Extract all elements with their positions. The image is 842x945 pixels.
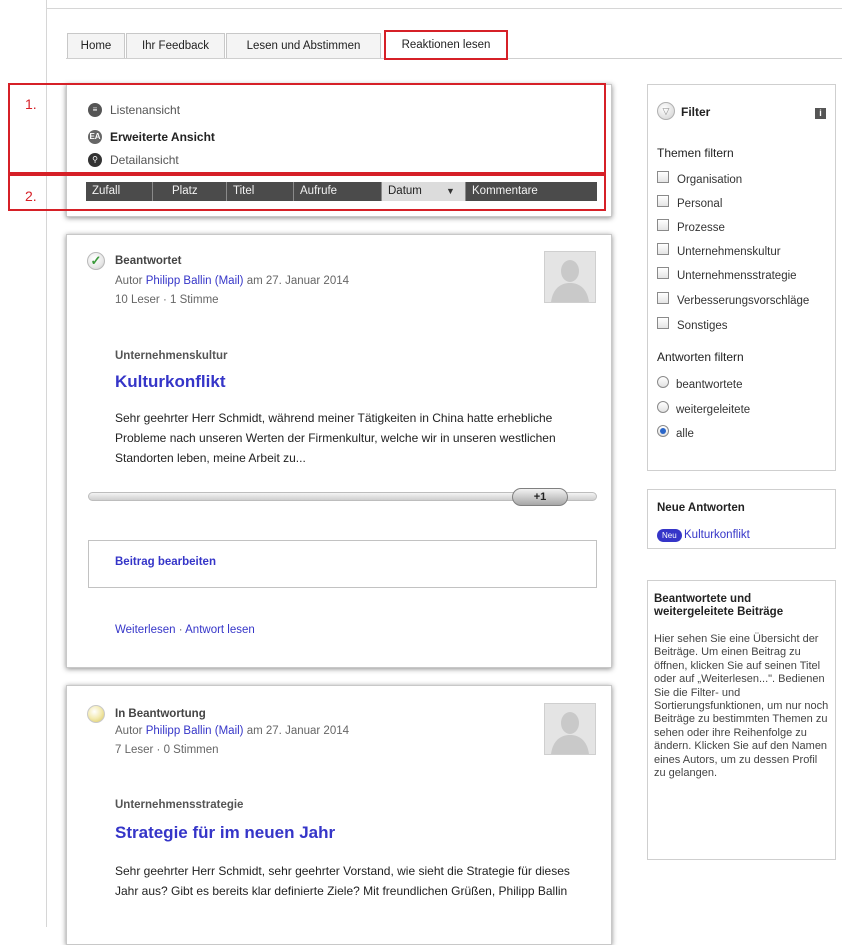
author-prefix: Autor	[115, 725, 143, 737]
answer-label: beantwortete	[676, 379, 743, 391]
read-answer-link[interactable]: Antwort lesen	[185, 624, 255, 636]
answer-radio[interactable]	[657, 401, 669, 413]
info-icon[interactable]: i	[815, 108, 826, 119]
post-title[interactable]: Strategie für im neuen Jahr	[115, 823, 335, 843]
topic-filter-item[interactable]: Verbesserungsvorschläge	[657, 292, 809, 307]
actions-separator: ·	[178, 624, 183, 636]
filter-title: Filter	[681, 105, 711, 119]
mail-link[interactable]: (Mail)	[215, 275, 244, 287]
view-option-detail[interactable]: ⚲ Detailansicht	[88, 152, 179, 168]
post-category: Unternehmenskultur	[115, 350, 228, 362]
view-option-list-label: Listenansicht	[110, 103, 181, 117]
filter-funnel-icon: ▽	[657, 102, 675, 120]
topic-label: Sonstiges	[677, 320, 728, 332]
view-option-extended-label: Erweiterte Ansicht	[110, 130, 215, 144]
answers-filter-heading: Antworten filtern	[657, 350, 744, 364]
topic-checkbox[interactable]	[657, 243, 669, 255]
sort-bar: Zufall Platz Titel Aufrufe Datum ▼ Kommen…	[86, 182, 597, 201]
post-card-2	[66, 685, 612, 945]
read-more-link[interactable]: Weiterlesen	[115, 624, 176, 636]
answer-radio-selected[interactable]	[657, 425, 669, 437]
post-stats: 7 Leser · 0 Stimmen	[115, 744, 219, 756]
post-category: Unternehmensstrategie	[115, 799, 244, 811]
new-badge: Neu	[657, 529, 682, 542]
sort-date-label: Datum	[388, 185, 422, 197]
tab-reaktionen-lesen[interactable]: Reaktionen lesen	[384, 30, 508, 60]
post-excerpt: Sehr geehrter Herr Schmidt, während mein…	[115, 411, 556, 465]
topics-filter-heading: Themen filtern	[657, 146, 734, 160]
sort-comments[interactable]: Kommentare	[466, 182, 597, 201]
view-option-detail-label: Detailansicht	[110, 153, 179, 167]
avatar-silhouette-icon	[545, 252, 595, 302]
avatar-silhouette-icon	[545, 704, 595, 754]
vote-button[interactable]: +1	[512, 488, 568, 506]
edit-post-link[interactable]: Beitrag bearbeiten	[115, 556, 216, 568]
post-status: In Beantwortung	[115, 708, 206, 720]
help-heading: Beantwortete und weitergeleitete Beiträg…	[654, 593, 784, 618]
topic-filter-item[interactable]: Sonstiges	[657, 317, 728, 332]
topic-checkbox[interactable]	[657, 219, 669, 231]
topic-label: Unternehmenskultur	[677, 246, 781, 258]
topic-filter-item[interactable]: Unternehmensstrategie	[657, 267, 797, 282]
sort-views[interactable]: Aufrufe	[294, 182, 382, 201]
tab-ihr-feedback[interactable]: Ihr Feedback	[126, 33, 225, 58]
answer-label: weitergeleitete	[676, 404, 751, 416]
content-frame-top	[46, 8, 842, 9]
sort-title[interactable]: Titel	[227, 182, 294, 201]
help-text: Hier sehen Sie eine Übersicht der Beiträ…	[654, 633, 829, 780]
annotation-marker-2: 2.	[25, 188, 37, 204]
topic-filter-item[interactable]: Unternehmenskultur	[657, 243, 781, 258]
new-answers-heading: Neue Antworten	[657, 502, 745, 514]
topic-filter-item[interactable]: Organisation	[657, 171, 742, 186]
tab-home[interactable]: Home	[67, 33, 125, 58]
answer-filter-item[interactable]: weitergeleitete	[657, 401, 750, 416]
answered-check-icon: ✓	[87, 252, 105, 270]
post-actions: Weiterlesen · Antwort lesen	[115, 624, 255, 636]
post-date: am 27. Januar 2014	[246, 725, 350, 737]
topic-filter-item[interactable]: Prozesse	[657, 219, 725, 234]
sort-rank[interactable]: Platz	[153, 182, 227, 201]
view-option-list[interactable]: ≡ Listenansicht	[88, 102, 180, 118]
mail-link[interactable]: (Mail)	[215, 725, 244, 737]
topic-checkbox[interactable]	[657, 171, 669, 183]
avatar[interactable]	[544, 703, 596, 755]
post-excerpt: Sehr geehrter Herr Schmidt, sehr geehrte…	[115, 864, 570, 898]
topic-checkbox[interactable]	[657, 267, 669, 279]
answer-filter-item[interactable]: alle	[657, 425, 694, 440]
author-link[interactable]: Philipp Ballin	[146, 725, 212, 737]
topic-checkbox[interactable]	[657, 317, 669, 329]
topic-label: Personal	[677, 198, 723, 210]
new-answer-link[interactable]: Kulturkonflikt	[684, 529, 750, 541]
answer-radio[interactable]	[657, 376, 669, 388]
list-icon: ≡	[88, 102, 102, 117]
extended-view-icon: EA	[88, 129, 102, 144]
author-link[interactable]: Philipp Ballin	[146, 275, 212, 287]
post-stats: 10 Leser · 1 Stimme	[115, 294, 219, 306]
post-author-line: Autor Philipp Ballin (Mail) am 27. Janua…	[115, 725, 349, 737]
annotation-marker-1: 1.	[25, 96, 37, 112]
post-title[interactable]: Kulturkonflikt	[115, 372, 226, 392]
post-status: Beantwortet	[115, 255, 182, 267]
topic-checkbox[interactable]	[657, 292, 669, 304]
topic-label: Unternehmensstrategie	[677, 270, 797, 282]
topic-filter-item[interactable]: Personal	[657, 195, 722, 210]
sort-direction-icon: ▼	[446, 186, 455, 196]
answer-filter-item[interactable]: beantwortete	[657, 376, 743, 391]
post-date: am 27. Januar 2014	[246, 275, 350, 287]
view-option-extended[interactable]: EA Erweiterte Ansicht	[88, 129, 215, 145]
avatar[interactable]	[544, 251, 596, 303]
sort-date[interactable]: Datum ▼	[382, 182, 466, 201]
in-progress-icon	[87, 705, 105, 723]
answer-label: alle	[676, 428, 694, 440]
topic-label: Verbesserungsvorschläge	[677, 295, 810, 307]
tab-lesen-und-abstimmen[interactable]: Lesen und Abstimmen	[226, 33, 381, 58]
magnifier-icon: ⚲	[88, 152, 102, 167]
author-prefix: Autor	[115, 275, 143, 287]
topic-checkbox[interactable]	[657, 195, 669, 207]
topic-label: Prozesse	[677, 222, 725, 234]
post-author-line: Autor Philipp Ballin (Mail) am 27. Janua…	[115, 275, 349, 287]
sort-random[interactable]: Zufall	[86, 182, 153, 201]
topic-label: Organisation	[677, 174, 743, 186]
